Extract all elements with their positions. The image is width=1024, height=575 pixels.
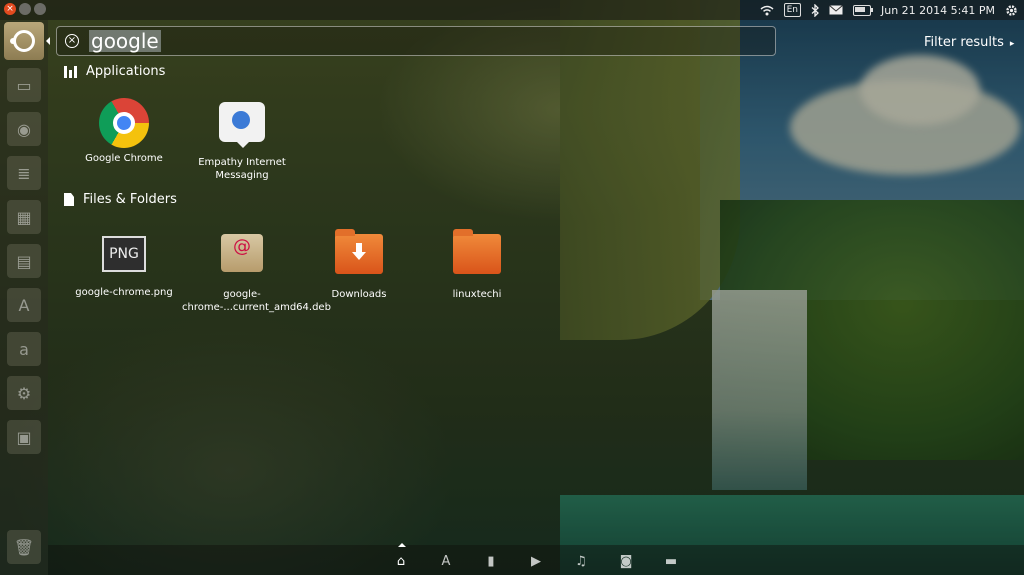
result-google-chrome-png[interactable]: PNG google-chrome.png (64, 228, 184, 299)
section-title: Files & Folders (83, 192, 177, 207)
window-controls: × (4, 3, 46, 15)
ubuntu-dash-button[interactable] (4, 22, 44, 60)
maximize-window-button[interactable] (34, 3, 46, 15)
power-gear-icon[interactable] (1005, 4, 1018, 17)
files-lens-icon[interactable]: ▮ (483, 553, 499, 569)
chevron-right-icon: ▸ (1009, 39, 1015, 49)
section-header-applications[interactable]: Applications (64, 64, 165, 79)
files-icon[interactable]: ▭ (7, 68, 41, 102)
result-google-chrome[interactable]: Google Chrome (64, 98, 184, 165)
software-center-icon[interactable]: A (7, 288, 41, 322)
png-file-icon: PNG (102, 236, 146, 272)
photo-lens-icon[interactable]: ◙ (618, 553, 634, 569)
result-google-chrome-deb[interactable]: google-chrome-...current_amd64.deb (182, 228, 331, 314)
result-empathy[interactable]: Empathy Internet Messaging (182, 98, 302, 182)
filter-results-label: Filter results (924, 35, 1004, 50)
settings-icon[interactable]: ⚙ (7, 376, 41, 410)
active-lens-pointer (398, 543, 406, 547)
ubuntu-dash-icon (10, 30, 35, 52)
minimize-window-button[interactable] (19, 3, 31, 15)
chrome-icon (99, 98, 149, 148)
datetime-indicator[interactable]: Jun 21 2014 5:41 PM (881, 4, 995, 17)
calc-icon[interactable]: ▦ (7, 200, 41, 234)
music-lens-icon[interactable]: ♫ (573, 553, 589, 569)
close-window-button[interactable]: × (4, 3, 16, 15)
mail-icon[interactable] (829, 5, 843, 15)
result-downloads-folder[interactable]: Downloads (299, 228, 419, 301)
clear-search-icon[interactable]: × (65, 34, 79, 48)
writer-icon[interactable]: ≣ (7, 156, 41, 190)
deb-package-icon (221, 234, 263, 272)
result-label: linuxtechi (452, 289, 502, 300)
active-indicator-arrow (46, 37, 50, 45)
result-label: Downloads (331, 289, 387, 300)
home-lens-icon[interactable]: ⌂ (393, 553, 409, 569)
applications-category-icon (64, 65, 77, 78)
firefox-icon[interactable]: ◉ (7, 112, 41, 146)
bluetooth-icon[interactable] (811, 3, 819, 17)
result-label: Google Chrome (85, 153, 163, 164)
search-input[interactable]: google (89, 30, 161, 52)
video-lens-icon[interactable]: ▶ (528, 553, 544, 569)
workspaces-icon[interactable]: ▣ (7, 420, 41, 454)
result-label: google-chrome-...current_amd64.deb (182, 289, 331, 313)
section-title: Applications (86, 64, 166, 79)
trash-icon[interactable]: 🗑 (7, 530, 41, 564)
battery-icon[interactable] (853, 4, 873, 16)
section-header-files-folders[interactable]: Files & Folders (64, 192, 177, 207)
result-label: Empathy Internet Messaging (198, 157, 286, 181)
empathy-icon (219, 102, 265, 148)
impress-icon[interactable]: ▤ (7, 244, 41, 278)
apps-lens-icon[interactable]: A (438, 553, 454, 569)
result-label: google-chrome.png (75, 287, 173, 298)
amazon-icon[interactable]: a (7, 332, 41, 366)
downloads-folder-icon (335, 229, 383, 274)
social-lens-icon[interactable]: ▬ (663, 553, 679, 569)
filter-results-button[interactable]: Filter results ▸ (924, 35, 1014, 50)
dash-search-field[interactable]: × google (56, 26, 776, 56)
folder-icon (453, 229, 501, 274)
result-linuxtechi-folder[interactable]: linuxtechi (417, 228, 537, 301)
wifi-icon[interactable] (760, 5, 774, 16)
files-category-icon (64, 193, 74, 206)
launcher: ▭ ◉ ≣ ▦ ▤ A a ⚙ ▣ 🗑 (0, 20, 50, 575)
indicator-area: En Jun 21 2014 5:41 PM (760, 0, 1018, 20)
top-panel: × En Jun 21 2014 5:41 PM (0, 0, 1024, 20)
keyboard-layout-indicator[interactable]: En (783, 3, 801, 17)
